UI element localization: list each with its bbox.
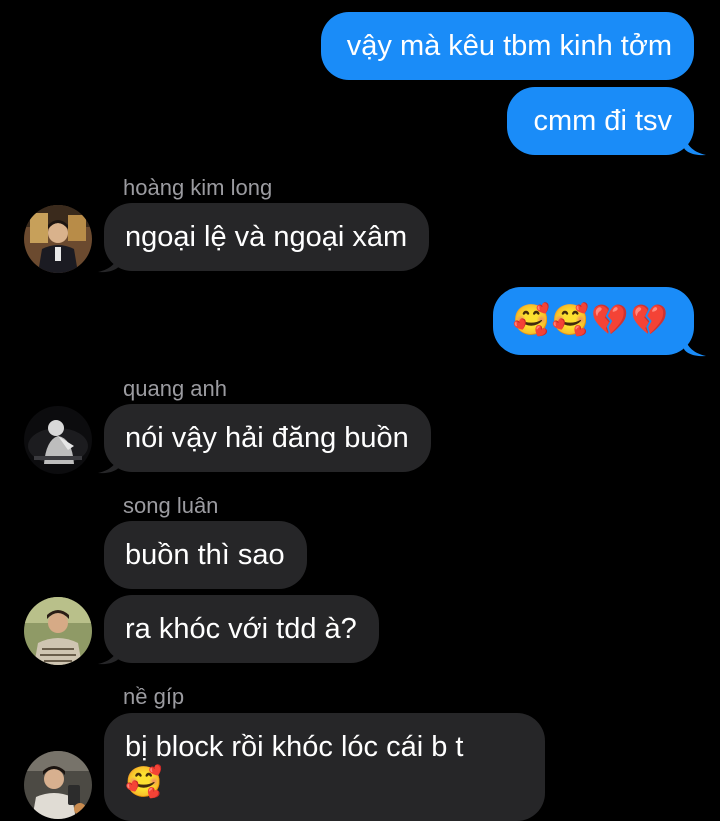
sender-name: song luân — [123, 493, 219, 518]
message-text: ngoại lệ và ngoại xâm — [125, 221, 408, 253]
incoming-message-bubble[interactable]: buồn thì sao — [104, 521, 307, 589]
avatar-song-luan[interactable] — [24, 597, 92, 665]
avatar-quang-anh[interactable] — [24, 406, 92, 474]
outgoing-message-bubble[interactable]: 🥰 🥰 💔 💔 — [492, 287, 694, 355]
message-text: cmm đi tsv — [533, 105, 672, 137]
message-text: ra khóc với tdd à? — [125, 613, 357, 645]
sender-name: hoàng kim long — [123, 175, 273, 200]
broken-heart-emoji: 💔 — [630, 303, 668, 338]
outgoing-message-bubble[interactable]: cmm đi tsv — [507, 87, 694, 155]
incoming-message-bubble[interactable]: nói vậy hải đăng buồn — [104, 404, 431, 472]
emoji-row: 🥰 🥰 💔 💔 — [513, 303, 668, 338]
avatar-ne-gip[interactable] — [24, 751, 92, 819]
message-text: buồn thì sao — [125, 539, 285, 571]
bubble-tail — [98, 452, 120, 474]
message-text: bị block rồi khóc lóc cái b t — [125, 731, 464, 763]
smiling-face-with-hearts-emoji: 🥰 — [551, 303, 590, 338]
incoming-message-bubble[interactable]: ngoại lệ và ngoại xâm — [104, 203, 430, 271]
avatar-image — [24, 205, 92, 273]
bubble-tail — [684, 134, 706, 156]
broken-heart-emoji: 💔 — [591, 303, 629, 338]
sender-name: nề gíp — [123, 684, 185, 709]
outgoing-message-bubble[interactable]: vậy mà kêu tbm kinh tởm — [320, 12, 694, 80]
bubble-tail — [98, 251, 120, 273]
avatar-image — [24, 751, 92, 819]
message-text: vậy mà kêu tbm kinh tởm — [346, 30, 672, 62]
bubble-tail — [98, 643, 120, 665]
avatar-image — [24, 406, 92, 474]
avatar-image — [24, 597, 92, 665]
incoming-message-bubble[interactable]: ra khóc với tdd à? — [104, 595, 379, 663]
bubble-tail — [684, 335, 706, 357]
avatar-hoang-kim-long[interactable] — [24, 205, 92, 273]
incoming-message-bubble[interactable]: bị block rồi khóc lóc cái b t 🥰 — [104, 713, 545, 821]
smiling-face-with-hearts-emoji: 🥰 — [125, 765, 163, 800]
smiling-face-with-hearts-emoji: 🥰 — [512, 303, 550, 338]
sender-name: quang anh — [123, 376, 227, 401]
message-text: nói vậy hải đăng buồn — [125, 422, 409, 454]
